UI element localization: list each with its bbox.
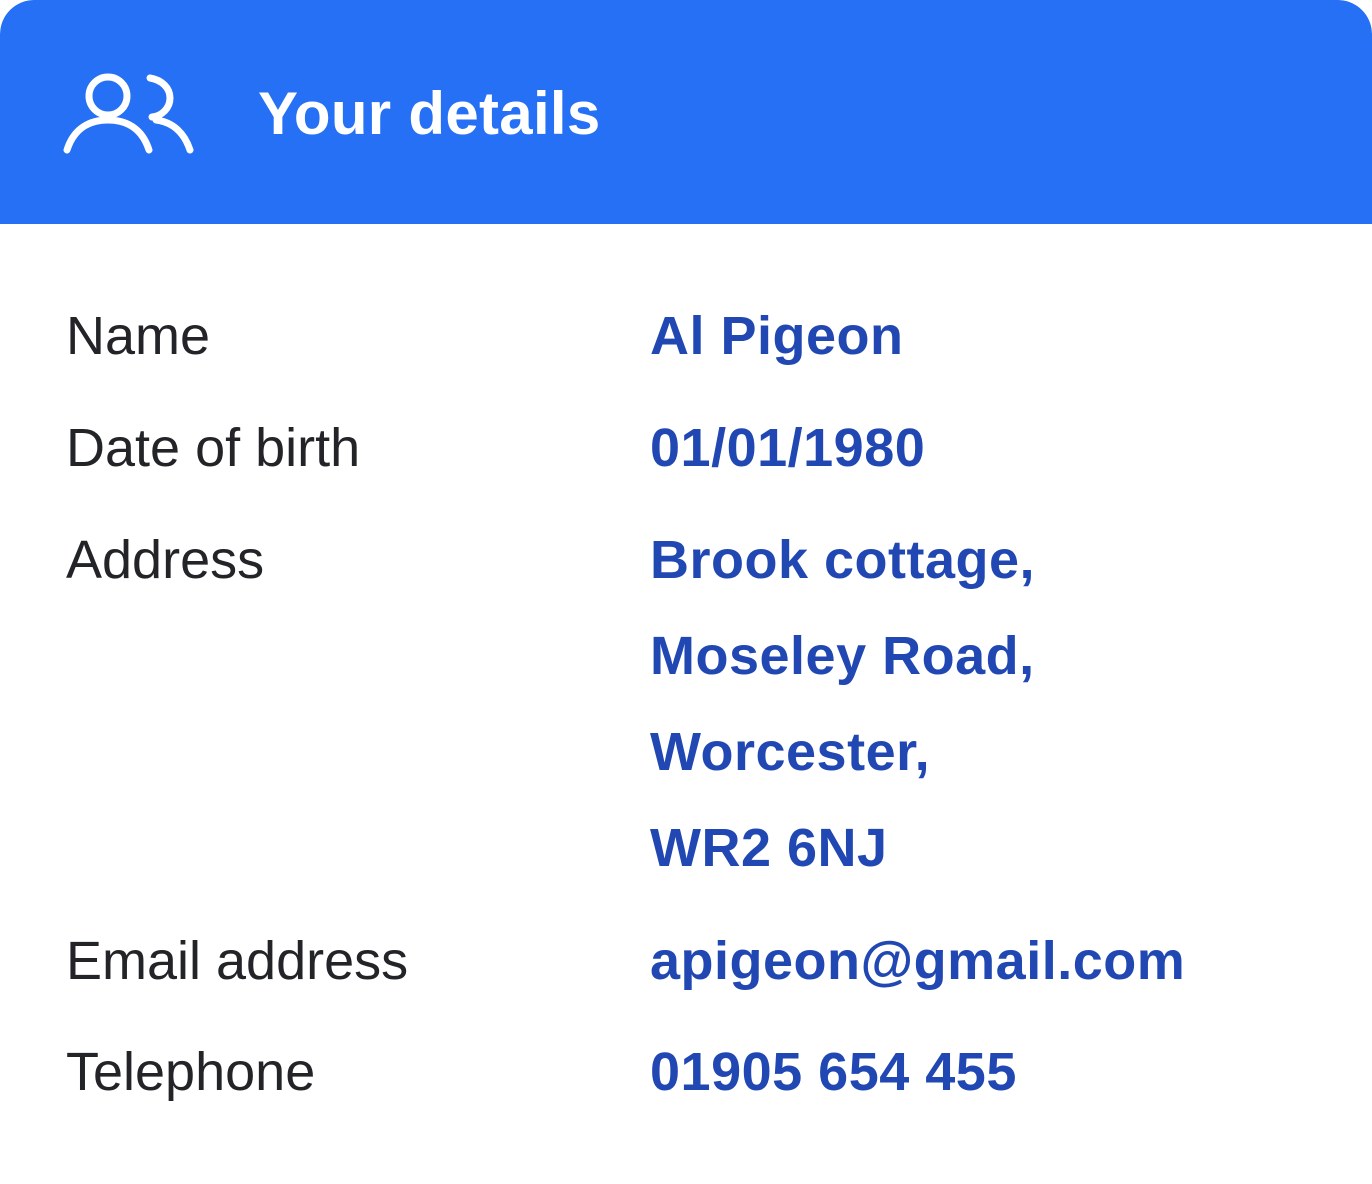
email-value-line: apigeon@gmail.com	[650, 931, 1186, 991]
address-line-3: Worcester,	[650, 722, 931, 782]
name-value-line: Al Pigeon	[650, 306, 904, 366]
address-line-1: Brook cottage,	[650, 530, 1036, 590]
telephone-value: 01905 654 455	[650, 1024, 1017, 1120]
address-label: Address	[66, 530, 265, 590]
name-value: Al Pigeon	[650, 288, 904, 384]
name-label: Name	[66, 306, 211, 366]
address-line-4: WR2 6NJ	[650, 818, 888, 878]
email-label: Email address	[66, 931, 409, 991]
email-value: apigeon@gmail.com	[650, 913, 1185, 1009]
card-header: Your details	[0, 0, 1372, 224]
address-line-2: Moseley Road,	[650, 626, 1035, 686]
card-title: Your details	[258, 80, 601, 147]
users-icon	[63, 73, 194, 154]
date-of-birth-value-line: 01/01/1980	[650, 418, 926, 478]
your-details-card: Your details Name Al Pigeon Date of birt…	[0, 0, 1372, 1184]
date-of-birth-value: 01/01/1980	[650, 400, 925, 496]
telephone-label: Telephone	[66, 1042, 316, 1102]
address-value: Brook cottage, Moseley Road, Worcester, …	[650, 512, 1035, 896]
telephone-value-line: 01905 654 455	[650, 1042, 1017, 1102]
date-of-birth-label: Date of birth	[66, 418, 361, 478]
